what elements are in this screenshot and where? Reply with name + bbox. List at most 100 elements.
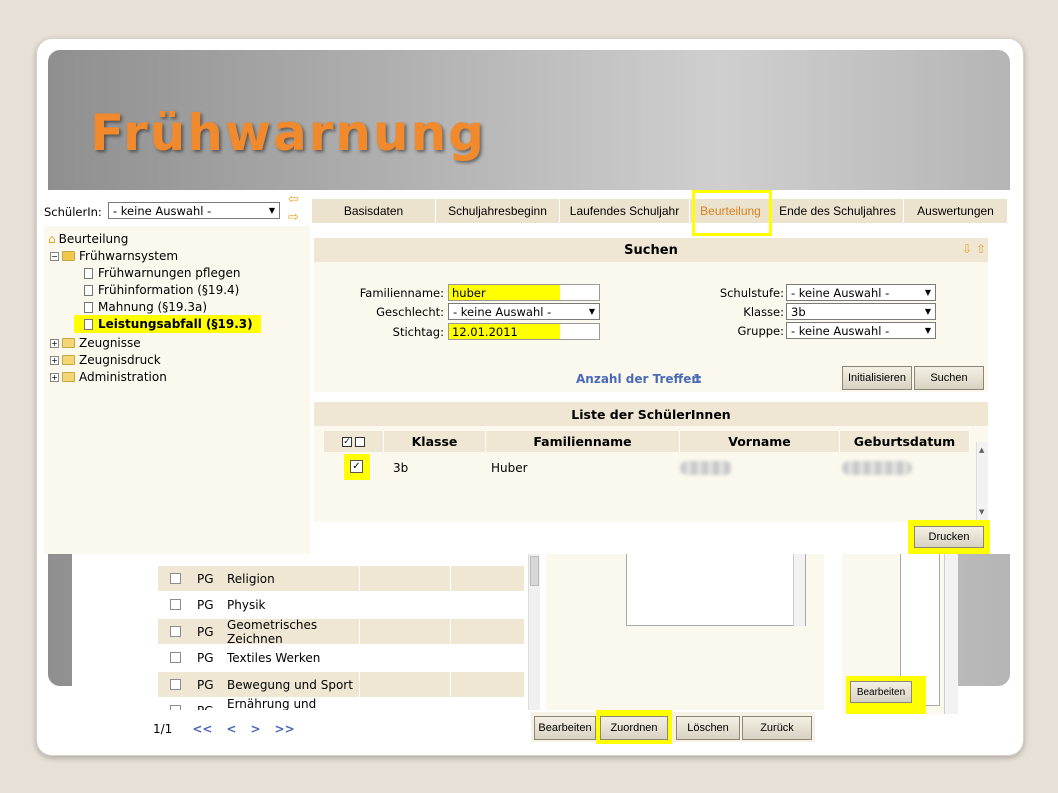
tab-laufendes-schuljahr[interactable]: Laufendes Schuljahr (560, 199, 690, 223)
scrollbar-left[interactable] (528, 554, 540, 710)
pager-last[interactable]: >> (275, 722, 295, 736)
table-row[interactable]: PGErnährung und Haushalt (158, 698, 524, 710)
table-row[interactable]: PG Religion (158, 566, 524, 591)
geschlecht-select[interactable]: - keine Auswahl - ▼ (448, 303, 600, 320)
middle-textarea[interactable] (626, 554, 806, 626)
column-vorname[interactable]: Vorname (680, 431, 840, 452)
pager-first[interactable]: << (192, 722, 212, 736)
tab-schuljahresbeginn[interactable]: Schuljahresbeginn (436, 199, 560, 223)
stichtag-input[interactable]: 12.01.2011 (448, 323, 600, 340)
tree-folder-administration[interactable]: + Administration (50, 370, 167, 384)
row-type: PG (197, 597, 214, 612)
row-klasse: 3b (393, 461, 409, 475)
bearbeiten-button[interactable]: Bearbeiten (534, 716, 596, 740)
document-icon (84, 284, 93, 296)
schulstufe-select[interactable]: - keine Auswahl - ▼ (786, 284, 936, 301)
check-all-icon[interactable]: ✓ (342, 436, 352, 447)
partial-row-bottom: PGErnährung und Haushalt (158, 698, 524, 710)
tab-bar: Basisdaten Schuljahresbeginn Laufendes S… (312, 199, 1008, 223)
student-list-panel: Liste der SchülerInnen ✓ Klasse Familien… (314, 402, 988, 522)
document-icon (84, 318, 93, 330)
row-checkbox[interactable] (170, 705, 181, 710)
arrow-up-icon[interactable]: ⇧ (976, 242, 986, 256)
textarea-scrollbar[interactable] (793, 554, 805, 626)
geschlecht-label: Geschlecht: (376, 305, 444, 319)
row-checkbox-checked[interactable]: ✓ (350, 460, 363, 473)
column-familienname[interactable]: Familienname (486, 431, 680, 452)
table-row[interactable]: PG Geometrisches Zeichnen (158, 618, 524, 646)
arrow-right-icon[interactable]: ⇨ (288, 210, 299, 225)
bearbeiten-right-button[interactable]: Bearbeiten (850, 681, 912, 703)
tree-item-leistungsabfall[interactable]: Leistungsabfall (§19.3) (74, 315, 261, 333)
scroll-down-icon[interactable]: ▼ (979, 508, 984, 516)
expand-icon[interactable]: + (50, 372, 59, 382)
zuordnen-button[interactable]: Zuordnen (600, 716, 668, 740)
hits-count: 1 (693, 372, 702, 386)
row-checkbox[interactable] (170, 626, 181, 637)
tree-root-label: Beurteilung (58, 232, 129, 246)
geschlecht-value: - keine Auswahl - (453, 304, 552, 319)
row-checkbox[interactable] (170, 679, 181, 690)
zurueck-button[interactable]: Zurück (742, 716, 812, 740)
student-select[interactable]: - keine Auswahl - ▼ (108, 202, 280, 219)
tree-group[interactable]: − Frühwarnsystem (50, 249, 178, 263)
initialisieren-button[interactable]: Initialisieren (842, 366, 912, 390)
row-cell (359, 672, 451, 697)
chevron-down-icon: ▼ (924, 326, 931, 335)
loeschen-button[interactable]: Löschen (676, 716, 740, 740)
gruppe-select[interactable]: - keine Auswahl - ▼ (786, 322, 936, 339)
scroll-up-icon[interactable]: ▲ (979, 446, 984, 454)
page-indicator: 1/1 (153, 722, 173, 736)
tree-folder-label: Zeugnisse (79, 336, 141, 350)
tree-item-fruehwarnungen[interactable]: Frühwarnungen pflegen (84, 266, 240, 280)
tab-auswertungen[interactable]: Auswertungen (904, 199, 1008, 223)
list-scrollbar[interactable]: ▲ ▼ (976, 442, 988, 522)
row-type: PG (197, 677, 214, 692)
tab-ende-des-schuljahres[interactable]: Ende des Schuljahres (772, 199, 904, 223)
familienname-input[interactable]: huber (448, 284, 600, 301)
row-type: PG (197, 624, 214, 639)
drucken-button[interactable]: Drucken (914, 526, 984, 548)
schulstufe-label: Schulstufe: (719, 286, 784, 300)
pager-prev[interactable]: < (226, 722, 236, 736)
tree-folder-zeugnisse[interactable]: + Zeugnisse (50, 336, 141, 350)
top-bar: SchülerIn: - keine Auswahl - ▼ ⇦ ⇨ Basisd… (44, 190, 1010, 236)
right-scrollbar[interactable] (944, 554, 958, 714)
table-row[interactable]: PG Physik (158, 592, 524, 617)
row-cell (359, 619, 451, 644)
uncheck-all-icon[interactable] (355, 436, 365, 447)
column-klasse[interactable]: Klasse (384, 431, 486, 452)
arrow-left-icon[interactable]: ⇦ (288, 192, 299, 207)
row-checkbox[interactable] (170, 652, 181, 663)
tree-item-fruehinformation[interactable]: Frühinformation (§19.4) (84, 283, 239, 297)
chevron-down-icon: ▼ (924, 288, 931, 297)
hits-label: Anzahl der Treffer: (576, 372, 703, 386)
student-list-title: Liste der SchülerInnen (314, 402, 988, 426)
expand-icon[interactable]: + (50, 338, 59, 348)
suchen-button[interactable]: Suchen (914, 366, 984, 390)
table-row[interactable]: PG Textiles Werken (158, 645, 524, 670)
row-checkbox[interactable] (170, 599, 181, 610)
tree-folder-zeugnisdruck[interactable]: + Zeugnisdruck (50, 353, 161, 367)
pager-next[interactable]: > (250, 722, 260, 736)
tree-item-mahnung[interactable]: Mahnung (§19.3a) (84, 300, 207, 314)
collapse-icon[interactable]: − (50, 251, 59, 261)
scrollbar-thumb[interactable] (530, 556, 539, 586)
tree-root[interactable]: ⌂ Beurteilung (48, 232, 128, 246)
tab-basisdaten[interactable]: Basisdaten (312, 199, 436, 223)
table-row[interactable]: PG Bewegung und Sport (158, 672, 524, 697)
familienname-label: Familienname: (359, 286, 444, 300)
klasse-select[interactable]: 3b ▼ (786, 303, 936, 320)
row-type: PG (197, 650, 214, 665)
row-type: PG (181, 704, 227, 711)
redacted-geburtsdatum (842, 461, 912, 475)
klasse-value: 3b (791, 304, 806, 319)
expand-icon[interactable]: + (50, 355, 59, 365)
row-subject: Textiles Werken (227, 650, 321, 665)
column-geburtsdatum[interactable]: Geburtsdatum (840, 431, 970, 452)
row-cell (359, 645, 451, 670)
row-checkbox[interactable] (170, 573, 181, 584)
slide-title: Frühwarnung (90, 104, 486, 162)
tree-item-label: Frühwarnungen pflegen (98, 266, 241, 280)
arrow-down-icon[interactable]: ⇩ (962, 242, 972, 256)
